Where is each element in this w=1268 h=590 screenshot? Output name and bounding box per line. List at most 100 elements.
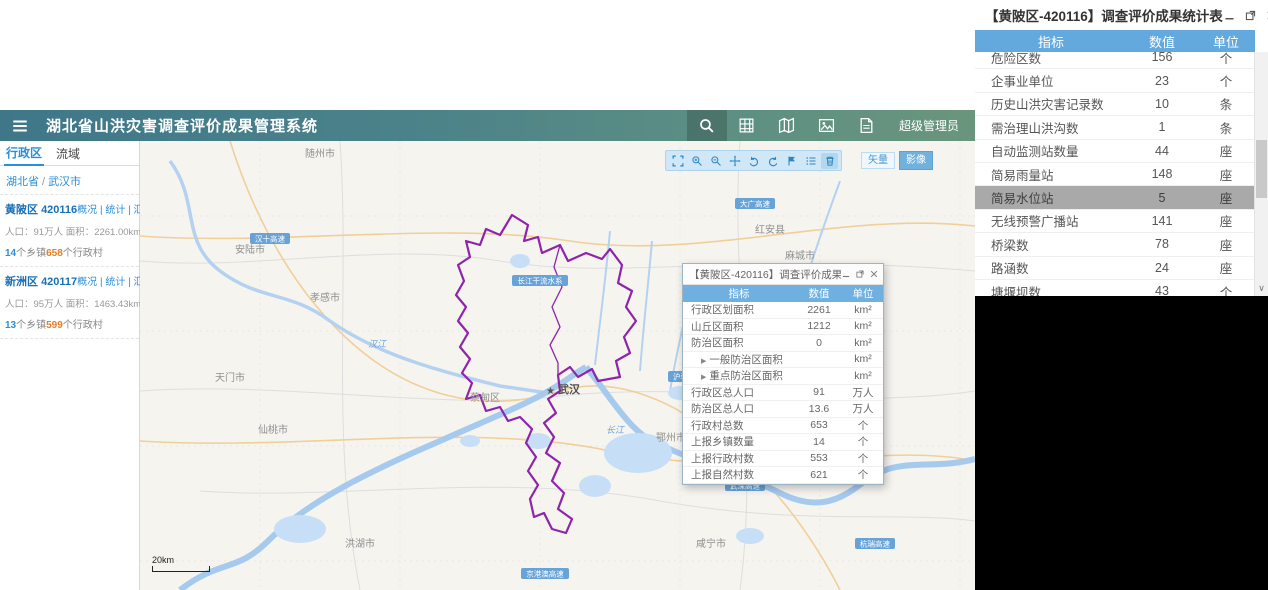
scale-label: 20km bbox=[152, 555, 175, 565]
imagery-basemap-button[interactable]: 影像 bbox=[899, 151, 933, 170]
stats-dialog-row[interactable]: ▶山丘区面积 1212 km² bbox=[683, 319, 883, 335]
document-button[interactable] bbox=[847, 110, 887, 141]
search-icon bbox=[698, 117, 715, 134]
scrollbar[interactable]: ∨ bbox=[1254, 52, 1268, 296]
road-badge: 杭瑞高速 bbox=[855, 538, 895, 549]
sidebar: 行政区 流域 湖北省 / 武汉市 黄陂区 420116 概况 | 统计 | 汇总 人… bbox=[0, 141, 153, 590]
minimize-icon[interactable] bbox=[841, 269, 851, 279]
stats-dialog-row[interactable]: ▶ 一般防治区面积 km² bbox=[683, 352, 883, 368]
tab-administrative-region[interactable]: 行政区 bbox=[4, 141, 45, 166]
stats-window-titlebar[interactable]: 【黄陂区-420116】调查评价成果统计表 bbox=[975, 0, 1268, 30]
close-icon[interactable] bbox=[869, 269, 879, 279]
district-towns: 14个乡镇658个行政村 bbox=[5, 248, 103, 259]
city-label: 天门市 bbox=[215, 371, 245, 384]
map-viewport[interactable]: 随州市安陆市孝感市天门市仙桃市洪湖市蔡甸区★武汉红安县麻城市黄冈市鄂州市黄石市咸… bbox=[140, 141, 975, 590]
svg-text:杭瑞高速: 杭瑞高速 bbox=[860, 539, 890, 549]
stats-dialog-row[interactable]: ▶上报自然村数 621 个 bbox=[683, 467, 883, 484]
stats-table-row[interactable]: 简易雨量站 148 座 bbox=[975, 163, 1255, 187]
stats-dialog-row[interactable]: ▶上报乡镇数量 14 个 bbox=[683, 434, 883, 451]
district-info: 人口：95万人 面积：1463.43km² bbox=[5, 299, 145, 310]
menu-icon bbox=[11, 117, 29, 135]
stats-table-row[interactable]: 需治理山洪沟数 1 条 bbox=[975, 116, 1255, 140]
district-list: 黄陂区 420116 概况 | 统计 | 汇总 人口：91万人 面积：2261.… bbox=[0, 195, 153, 339]
map-button[interactable] bbox=[767, 110, 807, 141]
stats-dialog-row[interactable]: ▶上报行政村数 553 个 bbox=[683, 451, 883, 467]
image-button[interactable] bbox=[807, 110, 847, 141]
district-towns: 13个乡镇599个行政村 bbox=[5, 320, 103, 331]
stats-table-row[interactable]: 路涵数 24 座 bbox=[975, 257, 1255, 280]
maximize-icon[interactable] bbox=[1244, 9, 1257, 22]
stats-table-row[interactable]: 塘堰坝数 43 个 bbox=[975, 280, 1255, 296]
district-name[interactable]: 新洲区 420117 bbox=[5, 273, 77, 289]
stats-table-row[interactable]: 简易水位站 5 座 bbox=[975, 186, 1255, 210]
basemap-switch: 矢量 影像 bbox=[861, 151, 933, 170]
river-label: 汉江 bbox=[368, 339, 387, 349]
app-header: 湖北省山洪灾害调查评价成果管理系统 超级管理员 bbox=[0, 110, 975, 141]
scrollbar-thumb[interactable] bbox=[1256, 140, 1267, 198]
svg-text:大广高速: 大广高速 bbox=[740, 199, 770, 209]
road-badge: 汉十高速 bbox=[250, 233, 290, 244]
clear-button[interactable] bbox=[821, 152, 838, 169]
breadcrumb-province[interactable]: 湖北省 bbox=[6, 176, 39, 188]
stats-table-row[interactable]: 历史山洪灾害记录数 10 条 bbox=[975, 93, 1255, 117]
minimize-icon[interactable] bbox=[1223, 9, 1236, 22]
previous-extent-button[interactable] bbox=[745, 153, 762, 169]
tab-watershed[interactable]: 流域 bbox=[54, 142, 82, 165]
app-title: 湖北省山洪灾害调查评价成果管理系统 bbox=[46, 118, 319, 135]
mark-button[interactable] bbox=[783, 153, 800, 169]
stats-dialog-rows: ▶行政区划面积 2261 km² ▶山丘区面积 1212 km² ▶防治区面积 … bbox=[683, 302, 883, 484]
district-item: 黄陂区 420116 概况 | 统计 | 汇总 人口：91万人 面积：2261.… bbox=[0, 195, 153, 267]
city-label: 蔡甸区 bbox=[470, 391, 500, 404]
city-label: 麻城市 bbox=[785, 249, 815, 262]
stats-table-row[interactable]: 桥梁数 78 座 bbox=[975, 233, 1255, 257]
stats-window: 【黄陂区-420116】调查评价成果统计表 指标 数值 单位 危险区数 156 … bbox=[975, 0, 1268, 296]
map-icon bbox=[778, 117, 795, 134]
district-name[interactable]: 黄陂区 420116 bbox=[5, 201, 77, 217]
table-button[interactable] bbox=[727, 110, 767, 141]
stats-table-header: 指标 数值 单位 bbox=[975, 30, 1255, 52]
menu-button[interactable] bbox=[0, 110, 40, 141]
scale-bar: 20km bbox=[152, 555, 210, 572]
river-label: 长江 bbox=[606, 425, 625, 435]
current-user[interactable]: 超级管理员 bbox=[899, 117, 959, 134]
next-extent-button[interactable] bbox=[764, 153, 781, 169]
city-label: 随州市 bbox=[305, 147, 335, 160]
table-icon bbox=[738, 117, 755, 134]
stats-table-row[interactable]: 危险区数 156 个 bbox=[975, 52, 1255, 70]
city-label: 武汉 bbox=[558, 382, 581, 396]
city-label: 孝感市 bbox=[310, 291, 340, 304]
district-info: 人口：91万人 面积：2261.00km² bbox=[5, 227, 145, 238]
stats-dialog-row[interactable]: ▶ 重点防治区面积 km² bbox=[683, 368, 883, 385]
zoom-out-button[interactable] bbox=[707, 153, 724, 169]
svg-text:京港澳高速: 京港澳高速 bbox=[526, 569, 564, 579]
city-label: 咸宁市 bbox=[696, 537, 726, 550]
stats-dialog-row[interactable]: ▶行政村总数 653 个 bbox=[683, 418, 883, 434]
stats-table-row[interactable]: 企事业单位 23 个 bbox=[975, 69, 1255, 93]
legend-button[interactable] bbox=[802, 153, 819, 169]
pan-button[interactable] bbox=[726, 153, 743, 169]
road-badge: 长江干流水系 bbox=[512, 275, 568, 286]
stats-dialog-row[interactable]: ▶行政区总人口 91 万人 bbox=[683, 385, 883, 401]
right-panel: 【黄陂区-420116】调查评价成果统计表 指标 数值 单位 危险区数 156 … bbox=[975, 0, 1268, 590]
map-toolbar bbox=[665, 150, 842, 171]
svg-text:长江干流水系: 长江干流水系 bbox=[518, 276, 563, 286]
stats-dialog-row[interactable]: ▶行政区划面积 2261 km² bbox=[683, 302, 883, 319]
stats-dialog-row[interactable]: ▶防治区面积 0 km² bbox=[683, 335, 883, 352]
full-extent-button[interactable] bbox=[669, 153, 686, 169]
stats-dialog-titlebar[interactable]: 【黄陂区-420116】调查评价成果统计表 bbox=[683, 264, 883, 285]
breadcrumb-city[interactable]: 武汉市 bbox=[48, 176, 81, 188]
document-icon bbox=[858, 117, 875, 134]
vector-basemap-button[interactable]: 矢量 bbox=[861, 152, 895, 169]
stats-table-row[interactable]: 自动监测站数量 44 座 bbox=[975, 140, 1255, 163]
zoom-in-button[interactable] bbox=[688, 153, 705, 169]
maximize-icon[interactable] bbox=[855, 269, 865, 279]
stats-dialog-row[interactable]: ▶防治区总人口 13.6 万人 bbox=[683, 401, 883, 418]
stats-table-row[interactable]: 无线预警广播站 141 座 bbox=[975, 210, 1255, 234]
city-label: 安陆市 bbox=[235, 243, 265, 256]
stats-window-title: 【黄陂区-420116】调查评价成果统计表 bbox=[985, 9, 1223, 24]
stats-table-body: 危险区数 156 个 企事业单位 23 个 历史山洪灾害记录数 10 条 需治理… bbox=[975, 52, 1255, 296]
scrollbar-down-icon[interactable]: ∨ bbox=[1255, 283, 1268, 294]
search-button[interactable] bbox=[686, 110, 727, 141]
screen: 湖北省山洪灾害调查评价成果管理系统 超级管理员 行政区 流域 湖北省 / 武汉市… bbox=[0, 0, 1268, 590]
stats-dialog-header: 指标 数值 单位 bbox=[683, 285, 883, 302]
